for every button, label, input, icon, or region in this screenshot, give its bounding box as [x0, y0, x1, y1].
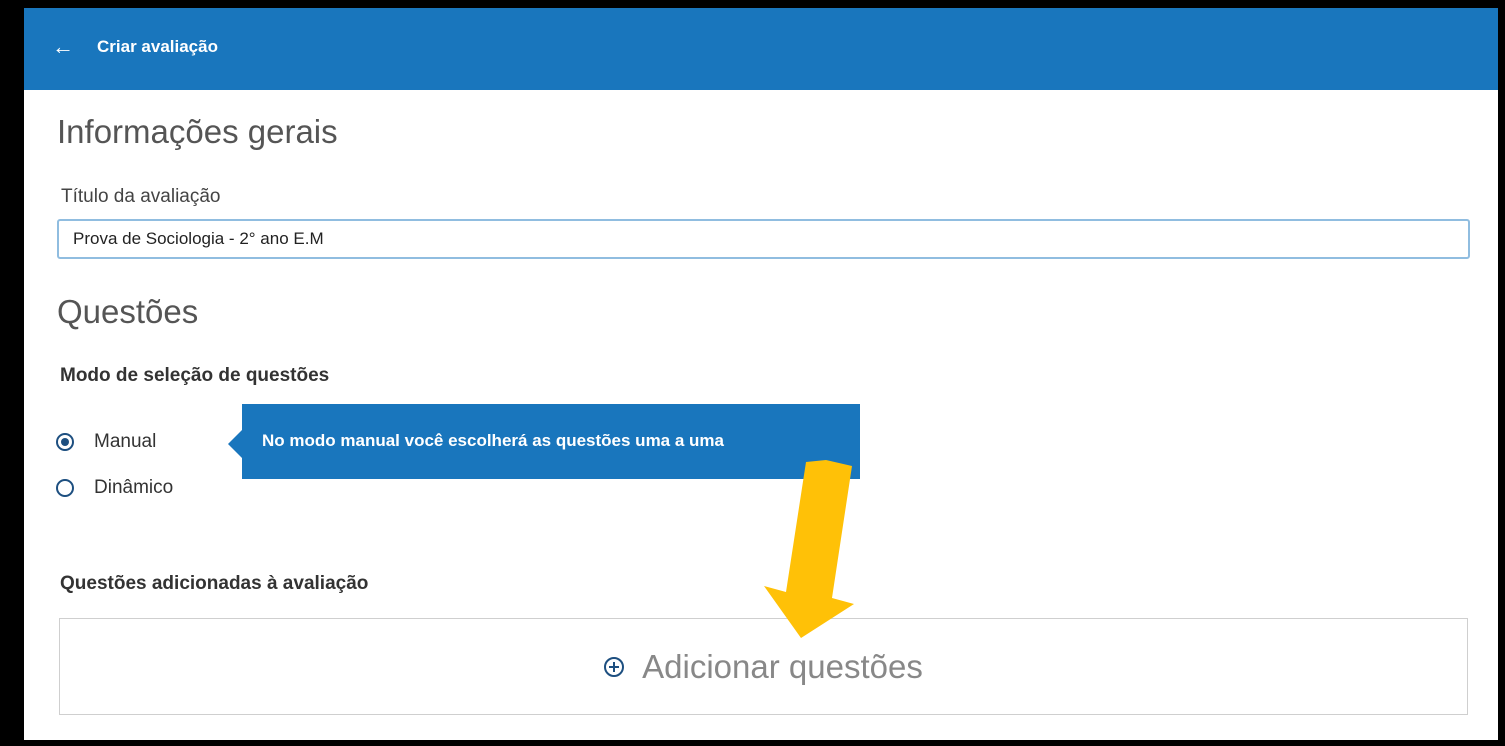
tooltip-pointer: [228, 430, 242, 458]
radio-checked-icon[interactable]: [56, 433, 74, 451]
questions-heading: Questões: [57, 293, 199, 330]
add-questions-button[interactable]: Adicionar questões: [59, 618, 1468, 715]
title-field-label: Título da avaliação: [61, 186, 221, 207]
add-questions-label: Adicionar questões: [642, 647, 923, 685]
radio-manual[interactable]: Manual: [56, 428, 156, 456]
radio-dinamico[interactable]: Dinâmico: [56, 474, 173, 502]
radio-unchecked-icon[interactable]: [56, 479, 74, 497]
top-bar: ← Criar avaliação: [24, 8, 1498, 90]
radio-dinamico-label: Dinâmico: [94, 477, 174, 498]
general-info-heading: Informações gerais: [57, 113, 338, 150]
radio-manual-label: Manual: [94, 431, 157, 452]
title-input[interactable]: [57, 219, 1470, 259]
tooltip-text: No modo manual você escolherá as questõe…: [262, 431, 724, 450]
added-questions-label: Questões adicionadas à avaliação: [60, 573, 369, 594]
back-arrow-icon[interactable]: ←: [52, 34, 74, 60]
plus-circle-icon: [604, 656, 625, 677]
manual-mode-tooltip: No modo manual você escolherá as questõe…: [242, 404, 860, 479]
annotation-arrow-shape: [764, 460, 854, 638]
selection-mode-label: Modo de seleção de questões: [60, 365, 330, 386]
app-window: ← Criar avaliação Informações gerais Tít…: [24, 8, 1498, 740]
page-title: Criar avaliação: [97, 37, 218, 56]
